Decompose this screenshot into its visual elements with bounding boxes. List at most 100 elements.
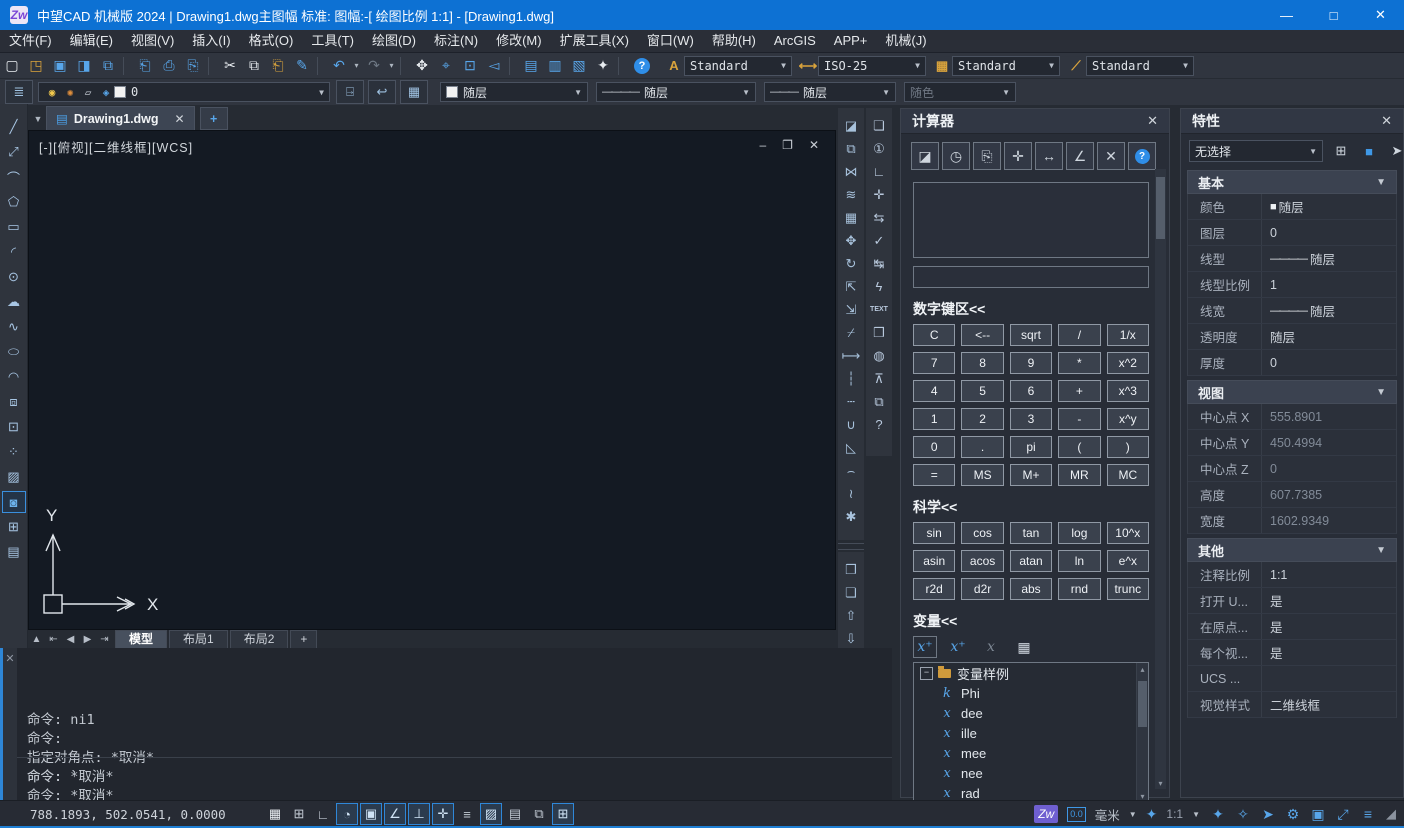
rotate-tool[interactable]: ↻ [841, 254, 861, 273]
break-tool[interactable]: ┄ [841, 392, 861, 411]
key-close-paren[interactable]: ) [1107, 436, 1149, 458]
match-properties-button[interactable]: ✎ [290, 55, 314, 77]
selection-combo[interactable]: 无选择 ▼ [1189, 140, 1323, 162]
color-combo[interactable]: 随层 ▼ [440, 82, 588, 102]
new-document-tab-button[interactable]: + [200, 107, 228, 130]
balloon-tool[interactable]: ◍ [869, 346, 889, 365]
tree-scrollbar[interactable]: ▴ ▾ [1136, 663, 1148, 803]
array-tool[interactable]: ▦ [841, 208, 861, 227]
redo-dropdown[interactable]: ▾ [386, 55, 397, 77]
property-row[interactable]: UCS ... [1188, 666, 1396, 692]
calculator-scrollbar[interactable]: ▾ [1155, 169, 1166, 789]
lineweight-combo[interactable]: ——— 随层 ▼ [764, 82, 896, 102]
property-row[interactable]: 中心点 X 555.8901 [1188, 404, 1396, 430]
snap-toggle[interactable]: ⊞ [288, 803, 310, 825]
annotation-scale-icon[interactable]: ✦ [1146, 806, 1158, 823]
section-line-tool[interactable]: ↹ [869, 254, 889, 273]
calculator-input-field[interactable] [913, 266, 1149, 288]
purge-button[interactable]: ✦ [591, 55, 615, 77]
hardware-acceleration-button[interactable]: ▣ [1309, 806, 1327, 823]
calc-get-coordinates-button[interactable]: ✛ [1004, 142, 1032, 170]
fillet-tool[interactable]: ⌢ [841, 461, 861, 480]
toolbar-separator[interactable] [400, 57, 407, 75]
key-multiply[interactable]: * [1058, 352, 1100, 374]
key-1[interactable]: 1 [913, 408, 955, 430]
help-button[interactable]: ? [634, 58, 650, 74]
key-7[interactable]: 7 [913, 352, 955, 374]
key-d2r[interactable]: d2r [961, 578, 1003, 600]
trim-tool[interactable]: ⌿ [841, 323, 861, 342]
toolbar-separator[interactable] [509, 57, 516, 75]
previous-layout-button[interactable]: ◀ [62, 631, 79, 648]
break-at-point-tool[interactable]: ┆ [841, 369, 861, 388]
circle-tool[interactable]: ⊙ [2, 266, 26, 288]
menu-view[interactable]: 视图(V) [122, 30, 183, 52]
open-multiple-button[interactable]: ⧉ [96, 55, 120, 77]
fastener-tool[interactable]: ⊼ [869, 369, 889, 388]
text-style-combo[interactable]: A Standard ▼ [664, 56, 792, 76]
undo-dropdown[interactable]: ▾ [351, 55, 362, 77]
menu-help[interactable]: 帮助(H) [703, 30, 765, 52]
property-row[interactable]: 每个视... 是 [1188, 640, 1396, 666]
new-variable-button[interactable]: x⁺ [913, 636, 937, 658]
viewport-minimize-button[interactable]: – [759, 138, 766, 152]
menu-insert[interactable]: 插入(I) [183, 30, 239, 52]
bring-above-button[interactable]: ⇧ [841, 606, 861, 625]
bring-to-front-button[interactable]: ❒ [841, 560, 861, 579]
variables-section-label[interactable]: 变量<< [913, 611, 1157, 631]
document-tab-drawing1[interactable]: ▤ Drawing1.dwg ✕ [46, 106, 195, 130]
offset-tool[interactable]: ≋ [841, 185, 861, 204]
extend-tool[interactable]: ⟼ [841, 346, 861, 365]
variable-item[interactable]: k Phi [914, 683, 1148, 703]
quick-select-button[interactable]: ⊞ [1330, 140, 1352, 162]
layer-states-button[interactable]: ▥ [543, 55, 567, 77]
key-inverse[interactable]: 1/x [1107, 324, 1149, 346]
calc-help-button[interactable]: ? [1128, 142, 1156, 170]
delete-variable-button[interactable]: x [979, 636, 1003, 658]
minimize-button[interactable]: — [1263, 0, 1310, 30]
menu-modify[interactable]: 修改(M) [487, 30, 551, 52]
variable-folder-row[interactable]: − 变量样例 [914, 663, 1148, 683]
cut-button[interactable]: ✂ [218, 55, 242, 77]
calculator-history-box[interactable] [913, 182, 1149, 258]
mleader-style-combo[interactable]: ⟋ Standard ▼ [1066, 56, 1194, 76]
key-log[interactable]: log [1058, 522, 1100, 544]
key-ln[interactable]: ln [1058, 550, 1100, 572]
layout-menu-button[interactable]: ▲ [28, 631, 45, 648]
close-button[interactable]: ✕ [1357, 0, 1404, 30]
field-button[interactable]: ▧ [567, 55, 591, 77]
undo-button[interactable]: ↶ [327, 55, 351, 77]
paste-button[interactable]: ⎗ [266, 55, 290, 77]
key-5[interactable]: 5 [961, 380, 1003, 402]
menu-edit[interactable]: 编辑(E) [61, 30, 122, 52]
edit-variable-button[interactable]: x⁺ [946, 636, 970, 658]
property-row[interactable]: 颜色 ■ 随层 [1188, 194, 1396, 220]
revision-cloud-tool[interactable]: ☁ [2, 291, 26, 313]
calc-clear-button[interactable]: ◪ [911, 142, 939, 170]
toggle-pickadd-button[interactable]: ■ [1358, 140, 1380, 162]
property-row[interactable]: 中心点 Y 450.4994 [1188, 430, 1396, 456]
property-row[interactable]: 宽度 1602.9349 [1188, 508, 1396, 534]
unit-label[interactable]: 毫米 [1095, 805, 1120, 824]
coordinates-readout[interactable]: 788.1893, 502.0541, 0.0000 [30, 807, 226, 822]
layer-properties-button[interactable]: ▤ [519, 55, 543, 77]
redo-button[interactable]: ↷ [362, 55, 386, 77]
property-row[interactable]: 打开 U... 是 [1188, 588, 1396, 614]
settings-gear-button[interactable]: ⚙ [1284, 806, 1302, 823]
drawing-canvas[interactable]: [-][俯视][二维线框][WCS] – ❐ ✕ Y X [28, 130, 836, 630]
calc-measure-distance-button[interactable]: ↔ [1035, 142, 1063, 170]
document-list-dropdown[interactable]: ▼ [30, 107, 46, 130]
menu-draw[interactable]: 绘图(D) [363, 30, 425, 52]
table-style-combo[interactable]: ▦ Standard ▼ [932, 56, 1060, 76]
key-sin[interactable]: sin [913, 522, 955, 544]
close-tab-icon[interactable]: ✕ [175, 112, 185, 126]
calc-intersection-button[interactable]: ✕ [1097, 142, 1125, 170]
scale-tool[interactable]: ⇱ [841, 277, 861, 296]
grid-toggle[interactable]: ▦ [264, 803, 286, 825]
property-row[interactable]: 线型比例 1 [1188, 272, 1396, 298]
polyline-tool[interactable]: ⌒ [2, 166, 26, 188]
fullscreen-button[interactable]: ⤢ [1334, 806, 1352, 823]
scrollbar-thumb[interactable] [1138, 681, 1147, 727]
dim-style-combo[interactable]: ⟷ ISO-25 ▼ [798, 56, 926, 76]
add-layout-button[interactable]: + [290, 630, 317, 649]
